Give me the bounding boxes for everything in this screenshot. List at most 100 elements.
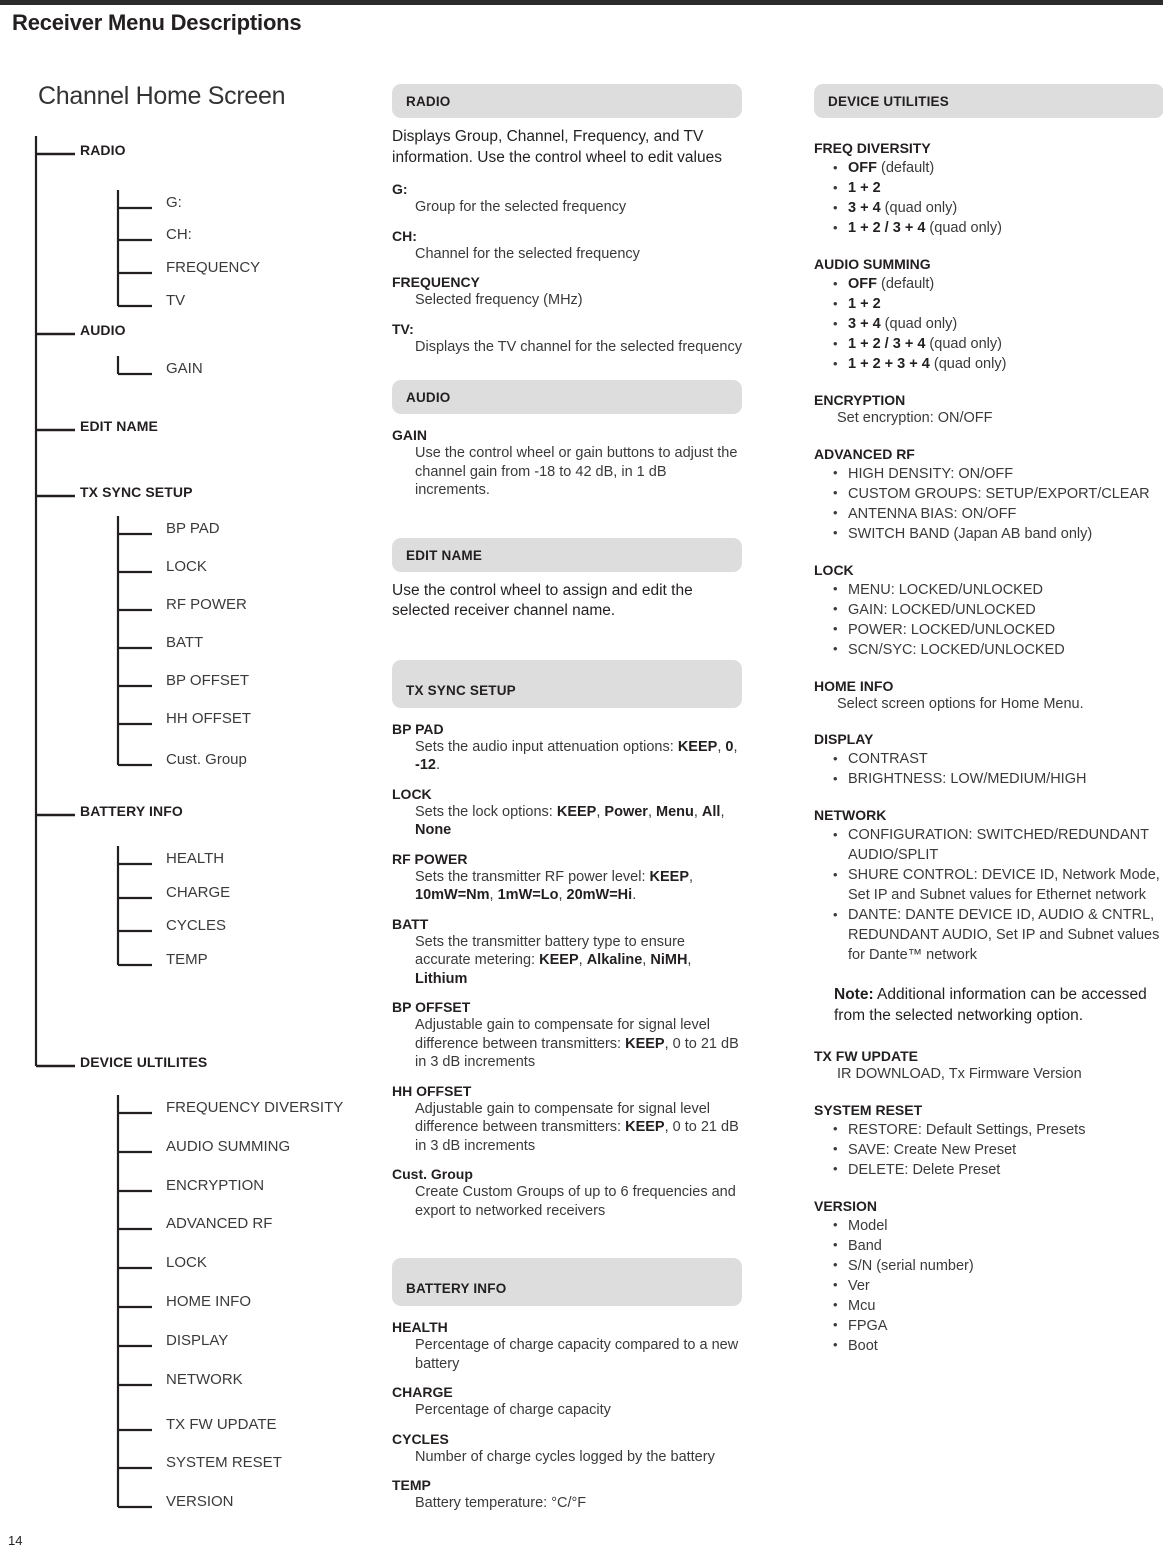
def-batt: Sets the transmitter battery type to ens… [415, 933, 692, 987]
device-utilities-list: FREQ DIVERSITY OFF (default)1 + 23 + 4 (q… [814, 140, 1163, 965]
list-item: SAVE: Create New Preset [814, 1139, 1163, 1160]
section-header-device-utilities: DEVICE UTILITIES [814, 84, 1163, 118]
list-item: 1 + 2 / 3 + 4 (quad only) [814, 218, 1163, 238]
list-item: CUSTOM GROUPS: SETUP/EXPORT/CLEAR [814, 483, 1163, 504]
term-g: G: [392, 181, 408, 197]
bullet-list-display: CONTRASTBRIGHTNESS: LOW/MEDIUM/HIGH [814, 749, 1163, 789]
tree-node-health: HEALTH [166, 850, 225, 867]
networking-note: Note: Additional information can be acce… [834, 986, 1147, 1024]
tree-node-network: NETWORK [166, 1371, 243, 1388]
def-lock: Sets the lock options: KEEP, Power, Menu… [415, 803, 725, 839]
right-column: DEVICE UTILITIES FREQ DIVERSITY OFF (defa… [814, 84, 1163, 1356]
list-item: ANTENNA BIAS: ON/OFF [814, 503, 1163, 524]
list-item: 1 + 2 / 3 + 4 (quad only) [814, 334, 1163, 354]
term-bp-pad: BP PAD [392, 720, 444, 737]
def-g: Group for the selected frequency [415, 199, 627, 215]
def-rf-power: Sets the transmitter RF power level: KEE… [415, 868, 694, 904]
tree-node-device-ultilites: DEVICE ULTILITES [80, 1054, 208, 1070]
list-item: CONTRAST [814, 749, 1163, 769]
term-cycles: CYCLES [392, 1430, 449, 1447]
tree-node-temp: TEMP [166, 951, 208, 968]
list-item: FPGA [814, 1315, 1163, 1336]
tree-node-batt: BATT [166, 634, 204, 651]
term-ch: CH: [392, 227, 417, 244]
list-item: CONFIGURATION: SWITCHED/REDUNDANT AUDIO/… [814, 825, 1163, 865]
tree-node-lock: LOCK [166, 1254, 207, 1271]
list-item: MENU: LOCKED/UNLOCKED [814, 579, 1163, 600]
list-item: BRIGHTNESS: LOW/MEDIUM/HIGH [814, 769, 1163, 789]
tree-node-bp-pad: BP PAD [166, 520, 220, 537]
list-item: GAIN: LOCKED/UNLOCKED [814, 599, 1163, 620]
bullet-list-advanced-rf: HIGH DENSITY: ON/OFFCUSTOM GROUPS: SETUP… [814, 463, 1163, 544]
term-temp: TEMP [392, 1477, 431, 1493]
list-item: Mcu [814, 1295, 1163, 1316]
tree-node-rf-power: RF POWER [166, 596, 247, 613]
radio-intro: Displays Group, Channel, Frequency, and … [392, 128, 722, 166]
term-system-reset: SYSTEM RESET [814, 1101, 923, 1118]
tree-node-bp-offset: BP OFFSET [166, 672, 250, 689]
def-health: Percentage of charge capacity compared t… [415, 1337, 739, 1372]
def-ch: Channel for the selected frequency [415, 245, 640, 262]
list-item: OFF (default) [814, 274, 1163, 294]
term-lock: LOCK [814, 561, 854, 578]
term-charge: CHARGE [392, 1384, 453, 1400]
list-item: OFF (default) [814, 158, 1163, 178]
def-home-info: Select screen options for Home Menu. [837, 695, 1084, 712]
bullet-list-freq-diversity: OFF (default)1 + 23 + 4 (quad only)1 + 2… [814, 158, 1163, 238]
tree-node-hh-offset: HH OFFSET [166, 710, 251, 727]
channel-home-screen-tree: Channel Home Screen RADIO G: CH: FREQUENCY T… [0, 70, 390, 1550]
tree-node-lock: LOCK [166, 558, 207, 575]
def-bp-offset: Adjustable gain to compensate for signal… [415, 1017, 739, 1070]
list-item: 1 + 2 + 3 + 4 (quad only) [814, 354, 1163, 374]
section-header-tx-sync-setup: TX SYNC SETUP [392, 659, 742, 708]
term-freq-diversity: FREQ DIVERSITY [814, 140, 931, 156]
tree-node-frequency-diversity: FREQUENCY DIVERSITY [166, 1099, 344, 1116]
def-tv: Displays the TV channel for the selected… [415, 338, 742, 355]
tree-node-system-reset: SYSTEM RESET [166, 1454, 282, 1471]
page-top-rule [0, 0, 1163, 5]
tree-node-battery-info: BATTERY INFO [80, 803, 183, 819]
tree-node-version: VERSION [166, 1493, 234, 1510]
list-item: HIGH DENSITY: ON/OFF [814, 463, 1163, 484]
def-temp: Battery temperature: °C/°F [415, 1495, 587, 1511]
tree-node-edit-name: EDIT NAME [80, 418, 158, 434]
term-home-info: HOME INFO [814, 677, 894, 694]
def-tx-fw-update: IR DOWNLOAD, Tx Firmware Version [837, 1066, 1082, 1082]
tree-node-audio-summing: AUDIO SUMMING [166, 1138, 291, 1155]
tx-sync-term-list: BP PAD Sets the audio input attenuation o… [392, 721, 742, 1221]
page-number: 14 [8, 1533, 23, 1548]
term-health: HEALTH [392, 1319, 448, 1335]
section-header-battery-info: BATTERY INFO [392, 1258, 742, 1306]
device-utilities-list-2: TX FW UPDATE IR DOWNLOAD, Tx Firmware Ver… [814, 1048, 1163, 1356]
list-item: 3 + 4 (quad only) [814, 198, 1163, 218]
term-rf-power: RF POWER [392, 850, 468, 867]
term-frequency: FREQUENCY [392, 274, 480, 290]
tree-node-display: DISPLAY [166, 1332, 229, 1349]
bullet-list-network: CONFIGURATION: SWITCHED/REDUNDANT AUDIO/… [814, 825, 1163, 965]
tree-node-advanced-rf: ADVANCED RF [166, 1215, 273, 1232]
list-item: SCN/SYC: LOCKED/UNLOCKED [814, 639, 1163, 660]
edit-name-body: Use the control wheel to assign and edit… [392, 581, 693, 620]
term-batt: BATT [392, 915, 429, 932]
tree-node-charge: CHARGE [166, 884, 231, 901]
def-hh-offset: Adjustable gain to compensate for signal… [415, 1100, 739, 1154]
term-hh-offset: HH OFFSET [392, 1082, 472, 1099]
term-display: DISPLAY [814, 731, 874, 747]
tree-node-tx-fw-update: TX FW UPDATE [166, 1416, 277, 1433]
section-header-audio: AUDIO [392, 380, 742, 414]
term-bp-offset: BP OFFSET [392, 999, 471, 1015]
list-item: SWITCH BAND (Japan AB band only) [814, 523, 1163, 544]
term-tv: TV: [392, 320, 414, 337]
bullet-list-system-reset: RESTORE: Default Settings, PresetsSAVE: … [814, 1119, 1163, 1180]
radio-term-list: G: Group for the selected frequency CH: Cha… [392, 181, 742, 356]
bullet-list-lock: MENU: LOCKED/UNLOCKEDGAIN: LOCKED/UNLOCK… [814, 579, 1163, 660]
list-item: 3 + 4 (quad only) [814, 314, 1163, 334]
tree-node-tx-sync-setup: TX SYNC SETUP [80, 484, 193, 500]
tree-node-radio: RADIO [80, 142, 126, 158]
def-charge: Percentage of charge capacity [415, 1402, 611, 1418]
list-item: SHURE CONTROL: DEVICE ID, Network Mode, … [814, 865, 1163, 905]
